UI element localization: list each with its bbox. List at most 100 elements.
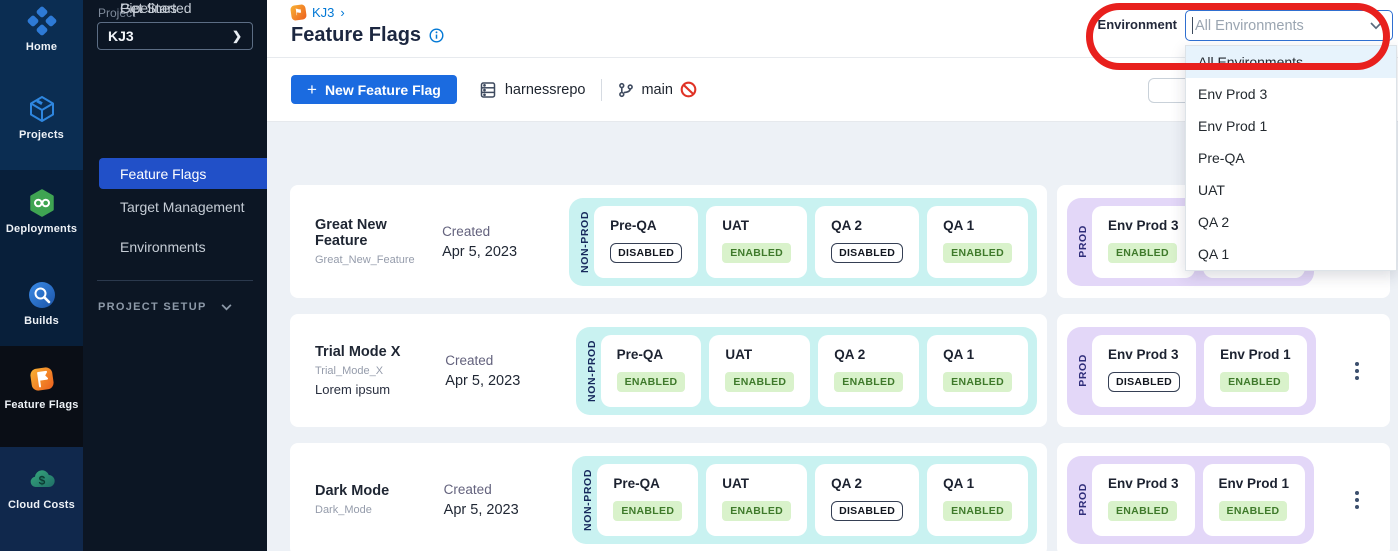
flag-prod-card: PROD Env Prod 3ENABLED Env Prod 1 ENABLED xyxy=(1057,443,1390,551)
environment-card[interactable]: QA 2ENABLED xyxy=(818,335,919,407)
environment-card[interactable]: UATENABLED xyxy=(706,464,807,536)
repo-selector[interactable]: harnessrepo xyxy=(479,81,586,99)
flag-name[interactable]: Great New Feature xyxy=(315,217,442,249)
environment-name: QA 2 xyxy=(834,347,903,362)
sidebar-item-environments[interactable]: Environments xyxy=(120,239,206,255)
non-prod-group-label: NON-PROD xyxy=(582,469,594,531)
environment-name: Env Prod 3 xyxy=(1108,476,1179,491)
dropdown-option[interactable]: Env Prod 3 xyxy=(1186,78,1396,110)
non-prod-environments-group: NON-PROD Pre-QAENABLEDUATENABLEDQA 2ENAB… xyxy=(576,327,1037,415)
harness-flag-icon: ⚑ xyxy=(290,4,307,21)
projects-cube-icon xyxy=(27,94,57,124)
environment-name: QA 1 xyxy=(943,347,1012,362)
environment-name: QA 1 xyxy=(943,476,1012,491)
environment-card[interactable]: QA 2DISABLED xyxy=(815,206,919,278)
project-selector[interactable]: KJ3 ❯ xyxy=(97,22,253,50)
rail-label: Feature Flags xyxy=(0,399,83,411)
environment-name: Env Prod 1 xyxy=(1220,347,1291,362)
text-cursor xyxy=(1192,17,1193,34)
dropdown-option[interactable]: Env Prod 1 xyxy=(1186,110,1396,142)
rail-label: Cloud Costs xyxy=(0,499,83,511)
branch-name: main xyxy=(641,82,672,98)
sidebar-item-get-started[interactable]: Get Started xyxy=(120,0,192,16)
flag-name-column: Great New Feature Great_New_Feature xyxy=(315,217,442,266)
environment-name: Env Prod 3 xyxy=(1108,218,1179,233)
flag-name[interactable]: Dark Mode xyxy=(315,483,444,499)
environment-card[interactable]: Env Prod 3DISABLED xyxy=(1092,335,1196,407)
feature-flag-row: Trial Mode X Trial_Mode_X Lorem ipsum Cr… xyxy=(290,314,1398,427)
repo-icon xyxy=(479,81,497,99)
sidebar-item-feature-flags[interactable]: Feature Flags xyxy=(99,158,267,189)
chevron-down-icon xyxy=(221,304,232,311)
deployments-icon xyxy=(27,188,57,218)
dropdown-option[interactable]: QA 1 xyxy=(1186,238,1396,270)
dropdown-option[interactable]: All Environments xyxy=(1186,46,1396,78)
builds-icon xyxy=(27,280,57,310)
status-badge: ENABLED xyxy=(943,243,1012,263)
module-rail: Home Projects Deployments Builds Feature… xyxy=(0,0,83,551)
environment-card[interactable]: UAT ENABLED xyxy=(709,335,810,407)
feature-flags-icon xyxy=(27,364,57,394)
status-badge: ENABLED xyxy=(617,372,686,392)
dropdown-option[interactable]: UAT xyxy=(1186,174,1396,206)
main-content: ⚑ KJ3 › Feature Flags + New Feature Flag… xyxy=(267,0,1398,551)
environment-select[interactable]: All Environments xyxy=(1185,10,1393,41)
flag-card[interactable]: Dark Mode Dark_Mode Created Apr 5, 2023 … xyxy=(290,443,1047,551)
status-badge: ENABLED xyxy=(943,372,1012,392)
environment-card[interactable]: Env Prod 1 ENABLED xyxy=(1203,464,1306,536)
prod-group-label: PROD xyxy=(1077,483,1089,516)
info-icon[interactable] xyxy=(429,28,444,43)
breadcrumb-project[interactable]: KJ3 xyxy=(312,5,334,20)
dropdown-option[interactable]: Pre-QA xyxy=(1186,142,1396,174)
environment-card[interactable]: Env Prod 3ENABLED xyxy=(1092,206,1195,278)
created-column: Created Apr 5, 2023 xyxy=(442,224,569,260)
created-date: Apr 5, 2023 xyxy=(444,502,573,518)
environment-name: Env Prod 1 xyxy=(1219,476,1290,491)
new-feature-flag-label: New Feature Flag xyxy=(325,82,441,98)
status-badge: ENABLED xyxy=(1219,501,1288,521)
breadcrumb[interactable]: ⚑ KJ3 › xyxy=(291,5,345,20)
prod-group-label: PROD xyxy=(1077,225,1089,258)
kebab-menu-button[interactable] xyxy=(1351,487,1363,513)
new-feature-flag-button[interactable]: + New Feature Flag xyxy=(291,75,457,104)
prod-environments-group: PROD Env Prod 3ENABLED Env Prod 1 ENABLED xyxy=(1067,456,1314,544)
git-branch-icon xyxy=(618,82,634,98)
flag-identifier: Great_New_Feature xyxy=(315,254,442,266)
kebab-menu-button[interactable] xyxy=(1351,358,1363,384)
environment-card[interactable]: Env Prod 1ENABLED xyxy=(1204,335,1307,407)
flag-name[interactable]: Trial Mode X xyxy=(315,344,445,360)
rail-item-home[interactable]: Home xyxy=(0,6,83,53)
environment-card[interactable]: QA 1ENABLED xyxy=(927,206,1028,278)
rail-item-builds[interactable]: Builds xyxy=(0,280,83,327)
non-prod-group-label: NON-PROD xyxy=(579,211,591,273)
project-setup-toggle[interactable]: PROJECT SETUP xyxy=(98,301,232,313)
rail-item-deployments[interactable]: Deployments xyxy=(0,188,83,235)
status-badge: ENABLED xyxy=(725,372,794,392)
created-label: Created xyxy=(442,224,569,239)
dropdown-option[interactable]: QA 2 xyxy=(1186,206,1396,238)
environment-card[interactable]: QA 2DISABLED xyxy=(815,464,919,536)
environment-card[interactable]: Pre-QADISABLED xyxy=(594,206,698,278)
flag-card[interactable]: Great New Feature Great_New_Feature Crea… xyxy=(290,185,1047,298)
environment-card[interactable]: Env Prod 3ENABLED xyxy=(1092,464,1195,536)
flag-card[interactable]: Trial Mode X Trial_Mode_X Lorem ipsum Cr… xyxy=(290,314,1047,427)
environment-dropdown-menu: All EnvironmentsEnv Prod 3Env Prod 1Pre-… xyxy=(1185,45,1397,271)
environment-name: UAT xyxy=(725,347,794,362)
rail-item-feature-flags[interactable]: Feature Flags xyxy=(0,364,83,411)
environment-card[interactable]: Pre-QAENABLED xyxy=(601,335,702,407)
environment-card[interactable]: QA 1 ENABLED xyxy=(927,335,1028,407)
sidebar-item-target-management[interactable]: Target Management xyxy=(120,199,245,215)
environment-name: Env Prod 3 xyxy=(1108,347,1180,362)
rail-item-projects[interactable]: Projects xyxy=(0,94,83,141)
environment-card[interactable]: UATENABLED xyxy=(706,206,807,278)
chevron-down-icon xyxy=(1370,22,1382,30)
environment-card[interactable]: Pre-QAENABLED xyxy=(597,464,698,536)
rail-item-cloud-costs[interactable]: $ Cloud Costs xyxy=(0,464,83,511)
environment-select-value: All Environments xyxy=(1195,18,1370,34)
created-date: Apr 5, 2023 xyxy=(445,373,575,389)
branch-selector[interactable]: main xyxy=(618,81,696,98)
status-badge: DISABLED xyxy=(610,243,682,263)
environment-card[interactable]: QA 1ENABLED xyxy=(927,464,1028,536)
non-prod-group-label: NON-PROD xyxy=(586,340,598,402)
environment-filter-label: Environment xyxy=(1085,17,1177,32)
